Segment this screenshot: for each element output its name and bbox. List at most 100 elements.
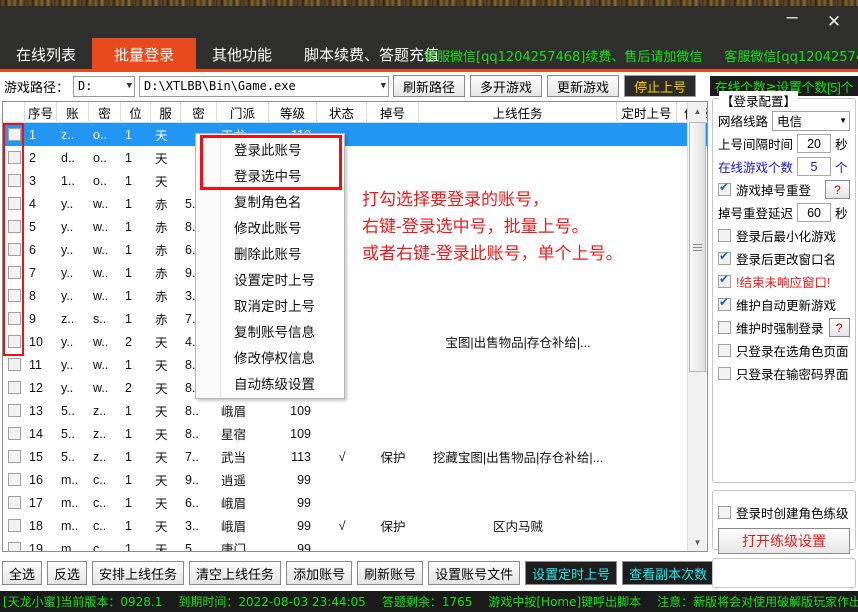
minimize-button[interactable]: – <box>772 7 812 34</box>
row-checkbox[interactable] <box>7 496 21 509</box>
context-menu-item-8[interactable]: 修改停权信息 <box>196 344 344 370</box>
row-checkbox[interactable] <box>7 151 21 164</box>
column-header-timed[interactable]: 定时上号 <box>617 102 677 123</box>
config-checkbox-4[interactable] <box>718 321 731 334</box>
row-checkbox-cell[interactable] <box>3 537 25 551</box>
column-header-server[interactable]: 服 <box>151 102 181 123</box>
context-menu-item-4[interactable]: 删除此账号 <box>196 240 344 266</box>
table-row[interactable]: 4y..w..1赤5..逍遥 <box>3 192 707 215</box>
context-menu-item-2[interactable]: 复制角色名 <box>196 188 344 214</box>
bottom-button-1[interactable]: 反选 <box>47 561 88 585</box>
table-row[interactable]: 6y..w..1赤6..逍遥 <box>3 238 707 261</box>
table-row[interactable]: 5y..w..1赤8..峨眉 <box>3 215 707 238</box>
row-checkbox-cell[interactable] <box>3 376 25 399</box>
context-menu-item-9[interactable]: 自动练级设置 <box>196 370 344 396</box>
config-checkbox-0[interactable] <box>718 229 731 242</box>
row-checkbox[interactable] <box>7 519 21 532</box>
table-row[interactable]: 18 m.. c.. 1 天 3.. 峨眉 99 √ 保护 区内马贼 <box>3 514 707 537</box>
table-row[interactable]: 15 5.. z.. 1 天 7.. 武当 113 √ 保护 挖藏宝图|出售物品|存仓补给|... <box>3 445 707 468</box>
row-checkbox[interactable] <box>7 243 21 256</box>
create-role-level-checkbox[interactable] <box>718 506 731 519</box>
table-vertical-scrollbar[interactable]: ▲ ▼ <box>687 102 706 551</box>
column-header-state[interactable]: 状态 <box>317 102 367 123</box>
row-checkbox-cell[interactable] <box>3 284 25 307</box>
table-row[interactable]: 14 5.. z.. 1 天 8.. 星宿 109 <box>3 422 707 445</box>
row-checkbox-cell[interactable] <box>3 422 25 445</box>
row-checkbox[interactable] <box>7 335 21 348</box>
row-checkbox-cell[interactable] <box>3 169 25 192</box>
online-game-count-input[interactable]: 5 <box>797 157 832 176</box>
table-row[interactable]: 9z..s..1赤7..天山 <box>3 307 707 330</box>
row-context-menu[interactable]: 登录此账号 登录选中号 复制角色名 修改此账号 删除此账号 设置定时上号 取消定时上号 复制账… <box>195 133 345 399</box>
relogin-help-button[interactable]: ? <box>825 180 850 199</box>
row-checkbox-cell[interactable] <box>3 215 25 238</box>
row-checkbox-cell[interactable] <box>3 192 25 215</box>
row-checkbox[interactable] <box>7 174 21 187</box>
path-button-2[interactable]: 更新游戏 <box>547 75 620 97</box>
config-help-button-4[interactable]: ? <box>828 318 850 337</box>
row-checkbox[interactable] <box>7 266 21 279</box>
context-menu-item-0[interactable]: 登录此账号 <box>196 136 344 162</box>
column-header-drop[interactable]: 掉号 <box>367 102 419 123</box>
open-level-settings-button[interactable]: 打开练级设置 <box>718 528 850 554</box>
bottom-button-3[interactable]: 清空上线任务 <box>189 561 282 585</box>
config-checkbox-1[interactable] <box>718 250 731 265</box>
row-checkbox-cell[interactable] <box>3 307 25 330</box>
scroll-up-icon[interactable]: ▲ <box>688 102 707 120</box>
bottom-button-5[interactable]: 刷新账号 <box>357 561 424 585</box>
row-checkbox-cell[interactable] <box>3 514 25 537</box>
column-header-task[interactable]: 上线任务 <box>419 102 617 123</box>
column-header-sect[interactable]: 门派 <box>217 102 269 123</box>
bottom-button-4[interactable]: 添加账号 <box>286 561 353 585</box>
column-header-slot[interactable]: 位 <box>121 102 151 123</box>
column-header-pwd[interactable]: 密 <box>89 102 121 123</box>
context-menu-item-6[interactable]: 取消定时上号 <box>196 292 344 318</box>
row-checkbox[interactable] <box>7 427 21 440</box>
close-button[interactable]: ✕ <box>814 8 854 34</box>
tab-1[interactable]: 批量登录 <box>92 38 197 70</box>
context-menu-item-5[interactable]: 设置定时上号 <box>196 266 344 292</box>
row-checkbox-cell[interactable] <box>3 353 25 376</box>
column-header-seq[interactable]: 序号 <box>25 102 57 123</box>
bottom-button-8[interactable]: 查看副本次数 <box>622 561 715 585</box>
accounts-table[interactable]: 序号账密位服密门派等级状态掉号上线任务定时上号停权 1z..o..1天天龙110… <box>2 101 708 552</box>
config-checkbox-5[interactable] <box>718 344 731 357</box>
game-path-select[interactable]: D:\XTLBB\Bin\Game.exe ▼ <box>139 75 390 97</box>
table-row[interactable]: 13 5.. z.. 1 天 8.. 峨眉 109 <box>3 399 707 422</box>
tab-2[interactable]: 其他功能 <box>196 38 288 70</box>
column-header-level[interactable]: 等级 <box>269 102 317 123</box>
table-row[interactable]: 2d..o..1天逍遥 <box>3 146 707 169</box>
row-checkbox-cell[interactable] <box>3 146 25 169</box>
table-row[interactable]: 11y..w..1天8..逍遥 <box>3 353 707 376</box>
row-checkbox-cell[interactable] <box>3 330 25 353</box>
path-button-3[interactable]: 停止上号 <box>624 75 697 97</box>
path-button-1[interactable]: 多开游戏 <box>470 75 543 97</box>
table-row[interactable]: 8y..w..1赤3..星宿 <box>3 284 707 307</box>
row-checkbox[interactable] <box>7 381 21 394</box>
table-row[interactable]: 10y..w..2天4..峨眉宝图|出售物品|存仓补给|... <box>3 330 707 353</box>
table-row[interactable]: 31..o..1天峨眉 <box>3 169 707 192</box>
row-checkbox[interactable] <box>7 358 21 371</box>
login-interval-input[interactable]: 20 <box>797 134 832 153</box>
row-checkbox[interactable] <box>7 404 21 417</box>
bottom-button-7[interactable]: 设置定时上号 <box>525 561 618 585</box>
row-checkbox[interactable] <box>7 473 21 486</box>
row-checkbox-cell[interactable] <box>3 261 25 284</box>
table-row[interactable]: 1z..o..1天天龙110 <box>3 123 707 146</box>
row-checkbox-cell[interactable] <box>3 491 25 514</box>
row-checkbox[interactable] <box>7 542 21 551</box>
context-menu-item-1[interactable]: 登录选中号 <box>196 162 344 188</box>
scrollbar-thumb[interactable] <box>689 122 706 372</box>
row-checkbox-cell[interactable] <box>3 238 25 261</box>
bottom-button-0[interactable]: 全选 <box>2 561 43 585</box>
column-header-acct[interactable]: 账 <box>57 102 89 123</box>
table-row[interactable]: 17 m.. c.. 1 天 6.. 峨眉 99 <box>3 491 707 514</box>
table-row[interactable]: 16 m.. c.. 1 天 9.. 逍遥 99 <box>3 468 707 491</box>
row-checkbox-cell[interactable] <box>3 468 25 491</box>
row-checkbox[interactable] <box>7 220 21 233</box>
network-line-select[interactable]: 电信 ▼ <box>772 110 850 131</box>
row-checkbox[interactable] <box>7 312 21 325</box>
row-checkbox[interactable] <box>7 289 21 302</box>
relogin-delay-input[interactable]: 60 <box>797 203 832 222</box>
row-checkbox[interactable] <box>7 197 21 210</box>
